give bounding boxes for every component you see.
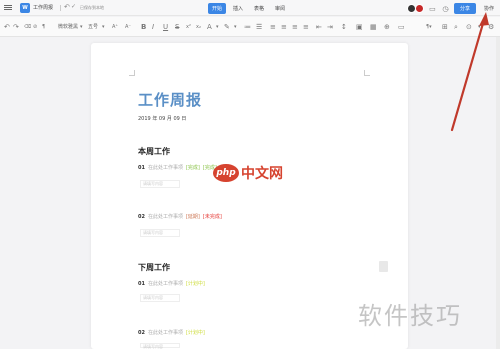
paragraph-style-icon[interactable]: ¶ xyxy=(42,23,45,31)
item-text: 在此处工作事项 xyxy=(147,165,183,171)
list-item[interactable]: 01 在此处工作事项 [完成] [完成] xyxy=(138,164,217,171)
redo-icon[interactable]: ↷ xyxy=(13,23,19,31)
insert-comment-icon[interactable]: ▭ xyxy=(398,23,405,31)
section-heading-this-week[interactable]: 本周工作 xyxy=(138,146,170,157)
font-name-select[interactable]: 微软雅黑 xyxy=(58,23,78,30)
title-bar: W 工作周报 ↶ ✓ 已保存到本地 开始 插入 表格 审阅 ▭ ◷ 分享 协作 xyxy=(0,0,500,16)
decrease-font-icon[interactable]: A⁻ xyxy=(125,23,131,31)
align-right-icon[interactable]: ≡ xyxy=(292,23,298,31)
zoom-icon[interactable]: ⊙ xyxy=(466,23,472,31)
strikethrough-icon[interactable]: S xyxy=(175,23,179,31)
insert-link-icon[interactable]: ⊕ xyxy=(384,23,390,31)
increase-font-icon[interactable]: A⁺ xyxy=(112,23,118,31)
page-margin-marker xyxy=(364,70,370,76)
list-item[interactable]: 02 在此处工作事项 [计划中] xyxy=(138,329,205,336)
find-icon[interactable]: ⌕ xyxy=(454,23,458,31)
undo-icon[interactable]: ↶ xyxy=(64,3,70,11)
section-heading-next-week[interactable]: 下周工作 xyxy=(138,262,170,273)
ruler-icon[interactable]: ⊞ xyxy=(442,23,448,31)
ribbon-tabs: 开始 插入 表格 审阅 xyxy=(208,3,289,14)
formatting-toolbar: ↶ ↷ ⌫ ⊘ ¶ 微软雅黑 ▾ 五号 ▾ A⁺ A⁻ B I U S x² x… xyxy=(0,17,500,37)
indent-increase-icon[interactable]: ⇥ xyxy=(327,23,333,31)
share-button[interactable]: 分享 xyxy=(453,3,476,14)
item-text: 在此处工作事项 xyxy=(147,330,183,336)
bold-icon[interactable]: B xyxy=(141,23,146,31)
item-number: 01 xyxy=(138,165,145,171)
tab-start[interactable]: 开始 xyxy=(208,3,227,14)
item-number: 02 xyxy=(138,330,145,336)
format-painter-icon[interactable]: ⌫ xyxy=(24,23,31,31)
justify-icon[interactable]: ≡ xyxy=(303,23,309,31)
list-item[interactable]: 02 在此处工作事项 [延期] [未完成] xyxy=(138,213,222,220)
item-detail-field[interactable]: 请填写内容 xyxy=(140,180,180,188)
numbered-list-icon[interactable]: ☰ xyxy=(256,23,262,31)
line-spacing-icon[interactable]: ↕ xyxy=(341,23,347,31)
menu-icon[interactable] xyxy=(4,4,12,12)
font-size-dropdown-icon[interactable]: ▾ xyxy=(102,23,105,31)
item-detail-field[interactable]: 请填写内容 xyxy=(140,294,180,302)
align-left-icon[interactable]: ≡ xyxy=(270,23,276,31)
tab-review[interactable]: 审阅 xyxy=(271,3,289,14)
indent-decrease-icon[interactable]: ⇤ xyxy=(316,23,322,31)
save-status-icon: ✓ xyxy=(71,3,77,10)
save-status: 已保存到本地 xyxy=(80,5,104,10)
php-watermark: php 中文网 xyxy=(213,163,283,183)
font-color-icon[interactable]: A xyxy=(207,23,212,31)
status-badge: [未完成] xyxy=(202,214,222,220)
tab-insert[interactable]: 插入 xyxy=(229,3,247,14)
subscript-icon[interactable]: x₂ xyxy=(196,23,201,31)
status-badge: [延期] xyxy=(185,214,200,220)
item-text: 在此处工作事项 xyxy=(147,214,183,220)
history-icon[interactable]: ◷ xyxy=(441,4,450,13)
insert-table-icon[interactable]: ▦ xyxy=(370,23,377,31)
underline-icon[interactable]: U xyxy=(163,23,168,31)
clear-format-icon[interactable]: ⊘ xyxy=(33,23,37,31)
comment-icon[interactable]: ▭ xyxy=(428,4,437,13)
page-title[interactable]: 工作周报 xyxy=(138,89,202,110)
bullet-list-icon[interactable]: ≔ xyxy=(244,23,251,31)
item-number: 02 xyxy=(138,214,145,220)
font-color-dropdown-icon[interactable]: ▾ xyxy=(216,23,219,31)
italic-icon[interactable]: I xyxy=(152,23,154,31)
item-detail-field[interactable]: 请填写内容 xyxy=(140,343,180,349)
item-text: 在此处工作事项 xyxy=(147,281,183,287)
align-center-icon[interactable]: ≡ xyxy=(281,23,287,31)
collab-button[interactable]: 协作 xyxy=(484,5,494,12)
paragraph-format-icon[interactable]: ¶▾ xyxy=(426,23,432,31)
php-logo: php xyxy=(213,164,239,182)
titlebar-actions: ▭ ◷ 分享 协作 xyxy=(406,3,494,14)
status-badge: [完成] xyxy=(185,165,200,171)
insert-image-icon[interactable]: ▣ xyxy=(356,23,363,31)
app-logo-icon: W xyxy=(20,3,30,13)
font-name-dropdown-icon[interactable]: ▾ xyxy=(80,23,83,31)
document-name[interactable]: 工作周报 xyxy=(33,4,53,11)
page-margin-marker xyxy=(129,70,135,76)
item-detail-field[interactable]: 请填写内容 xyxy=(140,229,180,237)
avatar-collaborator[interactable] xyxy=(414,4,424,13)
item-number: 01 xyxy=(138,281,145,287)
undo-toolbar-icon[interactable]: ↶ xyxy=(4,23,10,31)
bottom-watermark: 软件技巧 xyxy=(358,302,462,330)
vertical-scrollbar[interactable] xyxy=(496,37,500,349)
list-item[interactable]: 01 在此处工作事项 [计划中] xyxy=(138,280,205,287)
comment-marker[interactable] xyxy=(379,261,388,272)
highlight-icon[interactable]: ✎ xyxy=(224,23,230,31)
tab-table[interactable]: 表格 xyxy=(250,3,268,14)
php-watermark-text: 中文网 xyxy=(241,166,283,182)
status-badge: [计划中] xyxy=(185,330,205,336)
font-size-select[interactable]: 五号 xyxy=(88,23,98,30)
divider xyxy=(60,5,61,11)
superscript-icon[interactable]: x² xyxy=(186,23,191,31)
highlight-dropdown-icon[interactable]: ▾ xyxy=(234,23,237,31)
status-badge: [计划中] xyxy=(185,281,205,287)
more-tools-icon[interactable]: ▾ xyxy=(478,23,481,31)
settings-icon[interactable]: ⚙ xyxy=(488,23,494,31)
document-date[interactable]: 2019 年 09 月 09 日 xyxy=(138,115,186,122)
